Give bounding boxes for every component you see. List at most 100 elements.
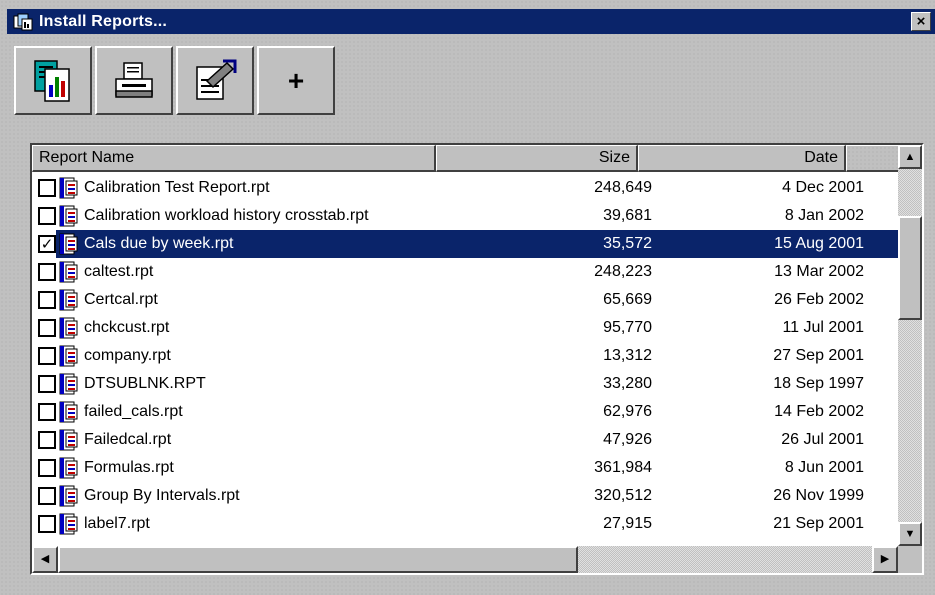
table-row[interactable]: Formulas.rpt 361,984 8 Jun 2001 [32,454,900,482]
cell-report-name: Formulas.rpt [84,459,174,476]
row-content[interactable]: failed_cals.rpt 62,976 14 Feb 2002 [56,398,900,426]
edit-document-icon [196,59,237,100]
print-report-button[interactable] [95,46,173,115]
report-file-icon [59,289,78,311]
title-bar[interactable]: Install Reports... × [7,9,935,34]
row-content[interactable]: chckcust.rpt 95,770 11 Jul 2001 [56,314,900,342]
table-row[interactable]: ✓ Cals due by week.rpt 35,572 15 Aug 2001 [32,230,900,258]
table-row[interactable]: label7.rpt 27,915 21 Sep 2001 [32,510,900,538]
scroll-up-button[interactable]: ▲ [898,145,922,169]
row-checkbox[interactable] [38,207,56,225]
arrow-down-icon: ▼ [904,527,916,540]
table-row[interactable]: caltest.rpt 248,223 13 Mar 2002 [32,258,900,286]
close-button[interactable]: × [911,12,931,31]
table-row[interactable]: company.rpt 13,312 27 Sep 2001 [32,342,900,370]
cell-size: 39,681 [603,207,652,224]
row-content[interactable]: DTSUBLNK.RPT 33,280 18 Sep 1997 [56,370,900,398]
arrow-right-icon: ▶ [880,553,890,565]
row-content[interactable]: Calibration Test Report.rpt 248,649 4 Dec … [56,174,900,202]
table-row[interactable]: chckcust.rpt 95,770 11 Jul 2001 [32,314,900,342]
add-report-button[interactable]: + [257,46,335,115]
cell-report-name: Calibration Test Report.rpt [84,179,270,196]
report-file-icon [59,401,78,423]
row-checkbox[interactable] [38,291,56,309]
row-content[interactable]: Certcal.rpt 65,669 26 Feb 2002 [56,286,900,314]
report-file-icon [59,205,78,227]
row-content[interactable]: Failedcal.rpt 47,926 26 Jul 2001 [56,426,900,454]
cell-date: 21 Sep 2001 [773,515,864,532]
cell-date: 8 Jan 2002 [784,207,864,224]
column-header-blank [846,145,900,172]
row-checkbox[interactable] [38,179,56,197]
horizontal-scroll-thumb[interactable] [58,546,578,573]
scroll-left-button[interactable]: ◀ [32,546,58,573]
cell-size: 320,512 [594,487,652,504]
horizontal-scrollbar[interactable]: ◀ ▶ [32,546,898,573]
cell-report-name: company.rpt [84,347,171,364]
table-row[interactable]: Certcal.rpt 65,669 26 Feb 2002 [32,286,900,314]
row-checkbox[interactable] [38,347,56,365]
edit-report-button[interactable] [176,46,254,115]
cell-report-name: caltest.rpt [84,263,154,280]
row-content[interactable]: Calibration workload history crosstab.rp… [56,202,900,230]
cell-date: 15 Aug 2001 [774,235,864,252]
cell-size: 13,312 [603,347,652,364]
report-file-icon [59,429,78,451]
column-header-date[interactable]: Date [638,145,846,172]
row-checkbox[interactable] [38,375,56,393]
cell-size: 47,926 [603,431,652,448]
cell-date: 27 Sep 2001 [773,347,864,364]
row-checkbox[interactable] [38,403,56,421]
cell-date: 18 Sep 1997 [773,375,864,392]
table-row[interactable]: Failedcal.rpt 47,926 26 Jul 2001 [32,426,900,454]
window-title: Install Reports... [39,12,168,30]
report-file-icon [59,233,78,255]
row-content[interactable]: label7.rpt 27,915 21 Sep 2001 [56,510,900,538]
table-row[interactable]: Calibration workload history crosstab.rp… [32,202,900,230]
toolbar: + [14,46,338,115]
cell-date: 14 Feb 2002 [774,403,864,420]
scrollbar-corner [898,546,922,573]
table-row[interactable]: DTSUBLNK.RPT 33,280 18 Sep 1997 [32,370,900,398]
column-header-report-name[interactable]: Report Name [32,145,436,172]
preview-report-button[interactable] [14,46,92,115]
row-checkbox[interactable]: ✓ [38,235,56,253]
column-header-size[interactable]: Size [436,145,638,172]
cell-report-name: Certcal.rpt [84,291,158,308]
cell-size: 35,572 [603,235,652,252]
row-content[interactable]: Formulas.rpt 361,984 8 Jun 2001 [56,454,900,482]
row-content[interactable]: Group By Intervals.rpt 320,512 26 Nov 1999 [56,482,900,510]
row-content[interactable]: Cals due by week.rpt 35,572 15 Aug 2001 [56,230,900,258]
cell-size: 27,915 [603,515,652,532]
row-checkbox[interactable] [38,263,56,281]
vertical-scrollbar[interactable]: ▲ ▼ [898,145,922,546]
cell-size: 33,280 [603,375,652,392]
table-row[interactable]: failed_cals.rpt 62,976 14 Feb 2002 [32,398,900,426]
cell-report-name: chckcust.rpt [84,319,170,336]
row-checkbox[interactable] [38,515,56,533]
cell-report-name: Failedcal.rpt [84,431,172,448]
cell-date: 11 Jul 2001 [782,319,864,336]
cell-report-name: failed_cals.rpt [84,403,183,420]
row-checkbox[interactable] [38,431,56,449]
scroll-down-button[interactable]: ▼ [898,522,922,546]
report-list[interactable]: Report Name Size Date Calibration Test R… [30,143,924,575]
report-file-icon [59,261,78,283]
printer-icon [115,61,153,98]
report-file-icon [59,317,78,339]
row-content[interactable]: caltest.rpt 248,223 13 Mar 2002 [56,258,900,286]
cell-report-name: Group By Intervals.rpt [84,487,240,504]
cell-size: 248,223 [594,263,652,280]
report-file-icon [59,457,78,479]
scroll-right-button[interactable]: ▶ [872,546,898,573]
row-content[interactable]: company.rpt 13,312 27 Sep 2001 [56,342,900,370]
row-checkbox[interactable] [38,459,56,477]
cell-date: 26 Nov 1999 [773,487,864,504]
row-checkbox[interactable] [38,319,56,337]
cell-date: 8 Jun 2001 [784,459,864,476]
cell-report-name: Cals due by week.rpt [84,235,234,252]
table-row[interactable]: Calibration Test Report.rpt 248,649 4 Dec … [32,174,900,202]
table-row[interactable]: Group By Intervals.rpt 320,512 26 Nov 1999 [32,482,900,510]
vertical-scroll-thumb[interactable] [898,216,922,320]
row-checkbox[interactable] [38,487,56,505]
